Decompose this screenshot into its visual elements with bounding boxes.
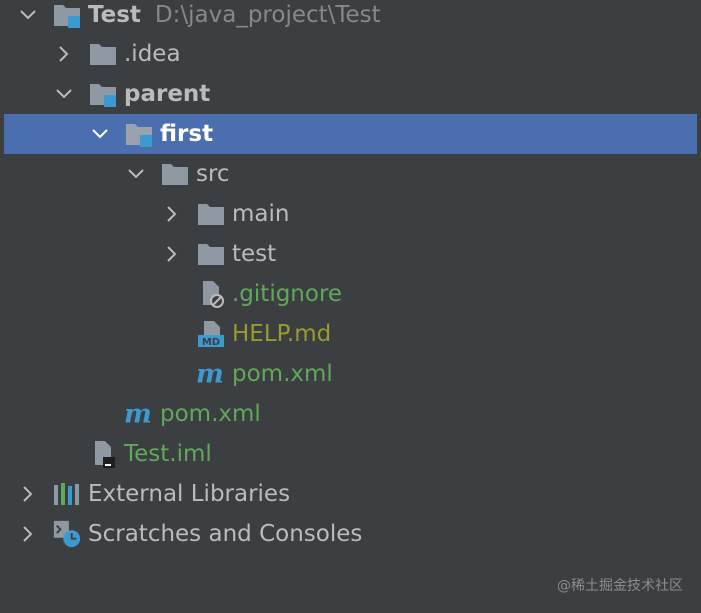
chevron-down-icon[interactable] (88, 122, 112, 146)
svg-text:m: m (196, 361, 224, 387)
folder-icon (160, 159, 190, 189)
library-icon (52, 479, 82, 509)
folder-icon (196, 199, 226, 229)
tree-node-gitignore[interactable]: .gitignore (0, 274, 701, 314)
tree-node-help-md[interactable]: MD HELP.md (0, 314, 701, 354)
chevron-right-icon[interactable] (160, 202, 184, 226)
chevron-right-icon[interactable] (16, 482, 40, 506)
chevron-down-icon[interactable] (124, 162, 148, 186)
tree-node-external-libraries[interactable]: External Libraries (0, 474, 701, 514)
tree-node-test-root[interactable]: Test D:\java_project\Test (0, 0, 701, 35)
module-folder-icon (124, 119, 154, 149)
module-folder-icon (88, 79, 118, 109)
tree-node-label: .idea (124, 41, 181, 67)
tree-node-pom-parent[interactable]: m pom.xml (0, 394, 701, 434)
maven-icon: m (124, 399, 154, 429)
tree-node-parent[interactable]: parent (0, 74, 701, 114)
tree-node-label: main (232, 201, 290, 227)
tree-node-src[interactable]: src (0, 154, 701, 194)
tree-node-label: .gitignore (232, 281, 343, 307)
tree-node-label: test (232, 241, 277, 267)
watermark-text: @稀土掘金技术社区 (557, 578, 683, 594)
tree-node-label: pom.xml (160, 401, 261, 427)
module-file-icon (88, 439, 118, 469)
module-folder-icon (52, 0, 82, 30)
chevron-down-icon[interactable] (52, 82, 76, 106)
tree-node-main[interactable]: main (0, 194, 701, 234)
tree-node-label: Scratches and Consoles (88, 521, 363, 547)
chevron-right-icon[interactable] (16, 522, 40, 546)
tree-node-scratches[interactable]: Scratches and Consoles (0, 514, 701, 554)
svg-text:MD: MD (202, 337, 220, 348)
tree-node-pom-first[interactable]: m pom.xml (0, 354, 701, 394)
chevron-right-icon[interactable] (160, 242, 184, 266)
tree-node-label: src (196, 161, 230, 187)
tree-node-label: pom.xml (232, 361, 333, 387)
markdown-file-icon: MD (196, 319, 226, 349)
folder-icon (196, 239, 226, 269)
tree-node-label: Test (88, 2, 141, 28)
tree-node-first[interactable]: first (4, 114, 697, 154)
tree-node-label: HELP.md (232, 321, 332, 347)
maven-icon: m (196, 359, 226, 389)
tree-node-idea[interactable]: .idea (0, 34, 701, 74)
folder-icon (88, 39, 118, 69)
tree-node-test[interactable]: test (0, 234, 701, 274)
tree-node-label: External Libraries (88, 481, 291, 507)
project-path: D:\java_project\Test (154, 2, 381, 28)
ignored-file-icon (196, 279, 226, 309)
tree-node-label: first (160, 121, 214, 147)
svg-text:m: m (124, 401, 152, 427)
scratches-icon (52, 519, 82, 549)
tree-node-test-iml[interactable]: Test.iml (0, 434, 701, 474)
chevron-down-icon[interactable] (16, 3, 40, 27)
tree-node-label: Test.iml (124, 441, 212, 467)
tree-node-label: parent (124, 81, 211, 107)
chevron-right-icon[interactable] (52, 42, 76, 66)
